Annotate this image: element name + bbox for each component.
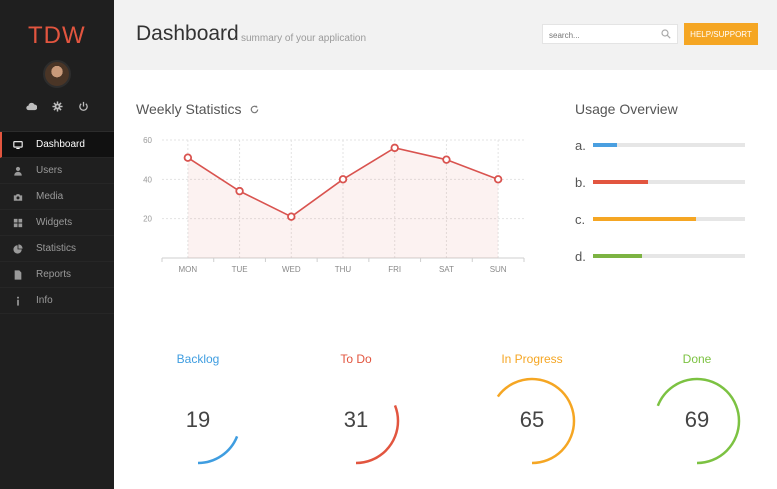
cloud-upload-icon[interactable] — [25, 100, 37, 112]
page-subtitle: summary of your application — [241, 33, 367, 44]
usage-row: c. — [575, 211, 745, 227]
gear-icon[interactable] — [51, 100, 63, 112]
data-point — [287, 212, 296, 221]
sidebar-actions — [0, 100, 114, 112]
data-point — [442, 155, 451, 164]
sidebar-nav: Dashboard Users Media Widgets Statistics Repo… — [0, 131, 114, 314]
sidebar-item-label: Widgets — [36, 217, 73, 228]
brand-logo[interactable]: TDW — [28, 22, 86, 50]
usage-label: d. — [575, 248, 586, 264]
sidebar-item-info[interactable]: Info — [0, 288, 114, 314]
search-input[interactable] — [543, 26, 653, 45]
power-icon[interactable] — [77, 100, 89, 112]
weekly-statistics-chart: 20 40 60 MON TUE WED THU FRI SAT SUN — [143, 136, 525, 274]
x-tick-label: WED — [282, 265, 301, 274]
monitor-icon — [12, 139, 24, 151]
y-tick-label: 40 — [143, 175, 152, 184]
x-tick-label: TUE — [232, 265, 248, 274]
x-tick-label: SUN — [490, 265, 507, 274]
sidebar-item-label: Statistics — [36, 243, 77, 254]
search-box — [542, 24, 678, 45]
data-point — [235, 186, 244, 196]
usage-bar-track — [593, 217, 745, 221]
gauge-in-progress: In Progress 65 — [472, 352, 592, 482]
gauge-to-do: To Do 31 — [296, 352, 416, 482]
weekly-statistics-title: Weekly Statistics — [136, 101, 242, 117]
sidebar-item-users[interactable]: Users — [0, 158, 114, 184]
gauge-backlog: Backlog 19 — [138, 352, 258, 482]
data-point — [493, 175, 503, 184]
top-header: Dashboard summary of your application HE… — [114, 0, 777, 70]
sidebar: TDW Dashboard Users Media Widgets Statistics… — [0, 0, 114, 489]
gauge-value: 31 — [343, 407, 369, 432]
sidebar-item-label: Info — [36, 295, 53, 306]
usage-row: a. — [575, 137, 745, 153]
usage-bar-fill — [593, 143, 618, 147]
usage-bar-track — [593, 143, 745, 147]
usage-bar-fill — [593, 254, 642, 258]
sidebar-item-label: Media — [36, 191, 64, 202]
sidebar-item-label: Users — [36, 165, 63, 176]
help-support-button[interactable]: HELP/SUPPORT — [684, 23, 758, 45]
usage-bar-fill — [593, 217, 697, 221]
gauge-done: Done 69 — [637, 352, 757, 482]
user-icon — [12, 165, 24, 177]
data-point — [338, 175, 348, 184]
data-point — [390, 143, 399, 153]
y-tick-label: 60 — [143, 136, 152, 145]
usage-bar-track — [593, 180, 745, 184]
gauge-value: 65 — [519, 407, 545, 432]
sidebar-item-reports[interactable]: Reports — [0, 262, 114, 288]
y-tick-label: 20 — [143, 215, 152, 224]
sidebar-item-dashboard[interactable]: Dashboard — [0, 132, 114, 158]
usage-bar-fill — [593, 180, 648, 184]
usage-bar-track — [593, 254, 745, 258]
sidebar-item-label: Dashboard — [36, 139, 85, 150]
data-point — [183, 153, 193, 162]
usage-label: b. — [575, 174, 586, 190]
x-tick-label: MON — [179, 265, 198, 274]
usage-label: a. — [575, 137, 586, 153]
gauge-label: Backlog — [176, 352, 220, 366]
gauge-label: Done — [682, 352, 712, 366]
usage-overview-title: Usage Overview — [575, 101, 678, 117]
search-icon[interactable] — [661, 29, 671, 39]
x-tick-label: FRI — [388, 265, 401, 274]
gauge-value: 69 — [684, 407, 710, 432]
document-icon — [12, 269, 24, 281]
sidebar-item-statistics[interactable]: Statistics — [0, 236, 114, 262]
usage-label: c. — [575, 211, 586, 227]
avatar[interactable] — [43, 60, 71, 88]
page-title: Dashboard — [136, 22, 239, 45]
gauge-label: In Progress — [501, 352, 563, 366]
sidebar-item-widgets[interactable]: Widgets — [0, 210, 114, 236]
sidebar-item-media[interactable]: Media — [0, 184, 114, 210]
sidebar-item-label: Reports — [36, 269, 72, 280]
usage-row: b. — [575, 174, 745, 190]
weekly-statistics-heading: Weekly Statistics — [136, 101, 260, 117]
x-tick-label: THU — [335, 265, 352, 274]
gauge-label: To Do — [340, 352, 372, 366]
grid-icon — [12, 217, 24, 229]
x-tick-label: SAT — [439, 265, 454, 274]
pie-chart-icon — [12, 243, 24, 255]
refresh-icon[interactable] — [249, 104, 260, 115]
info-icon — [12, 295, 24, 307]
gauge-value: 19 — [185, 407, 211, 432]
usage-row: d. — [575, 248, 745, 264]
camera-icon — [12, 191, 24, 203]
